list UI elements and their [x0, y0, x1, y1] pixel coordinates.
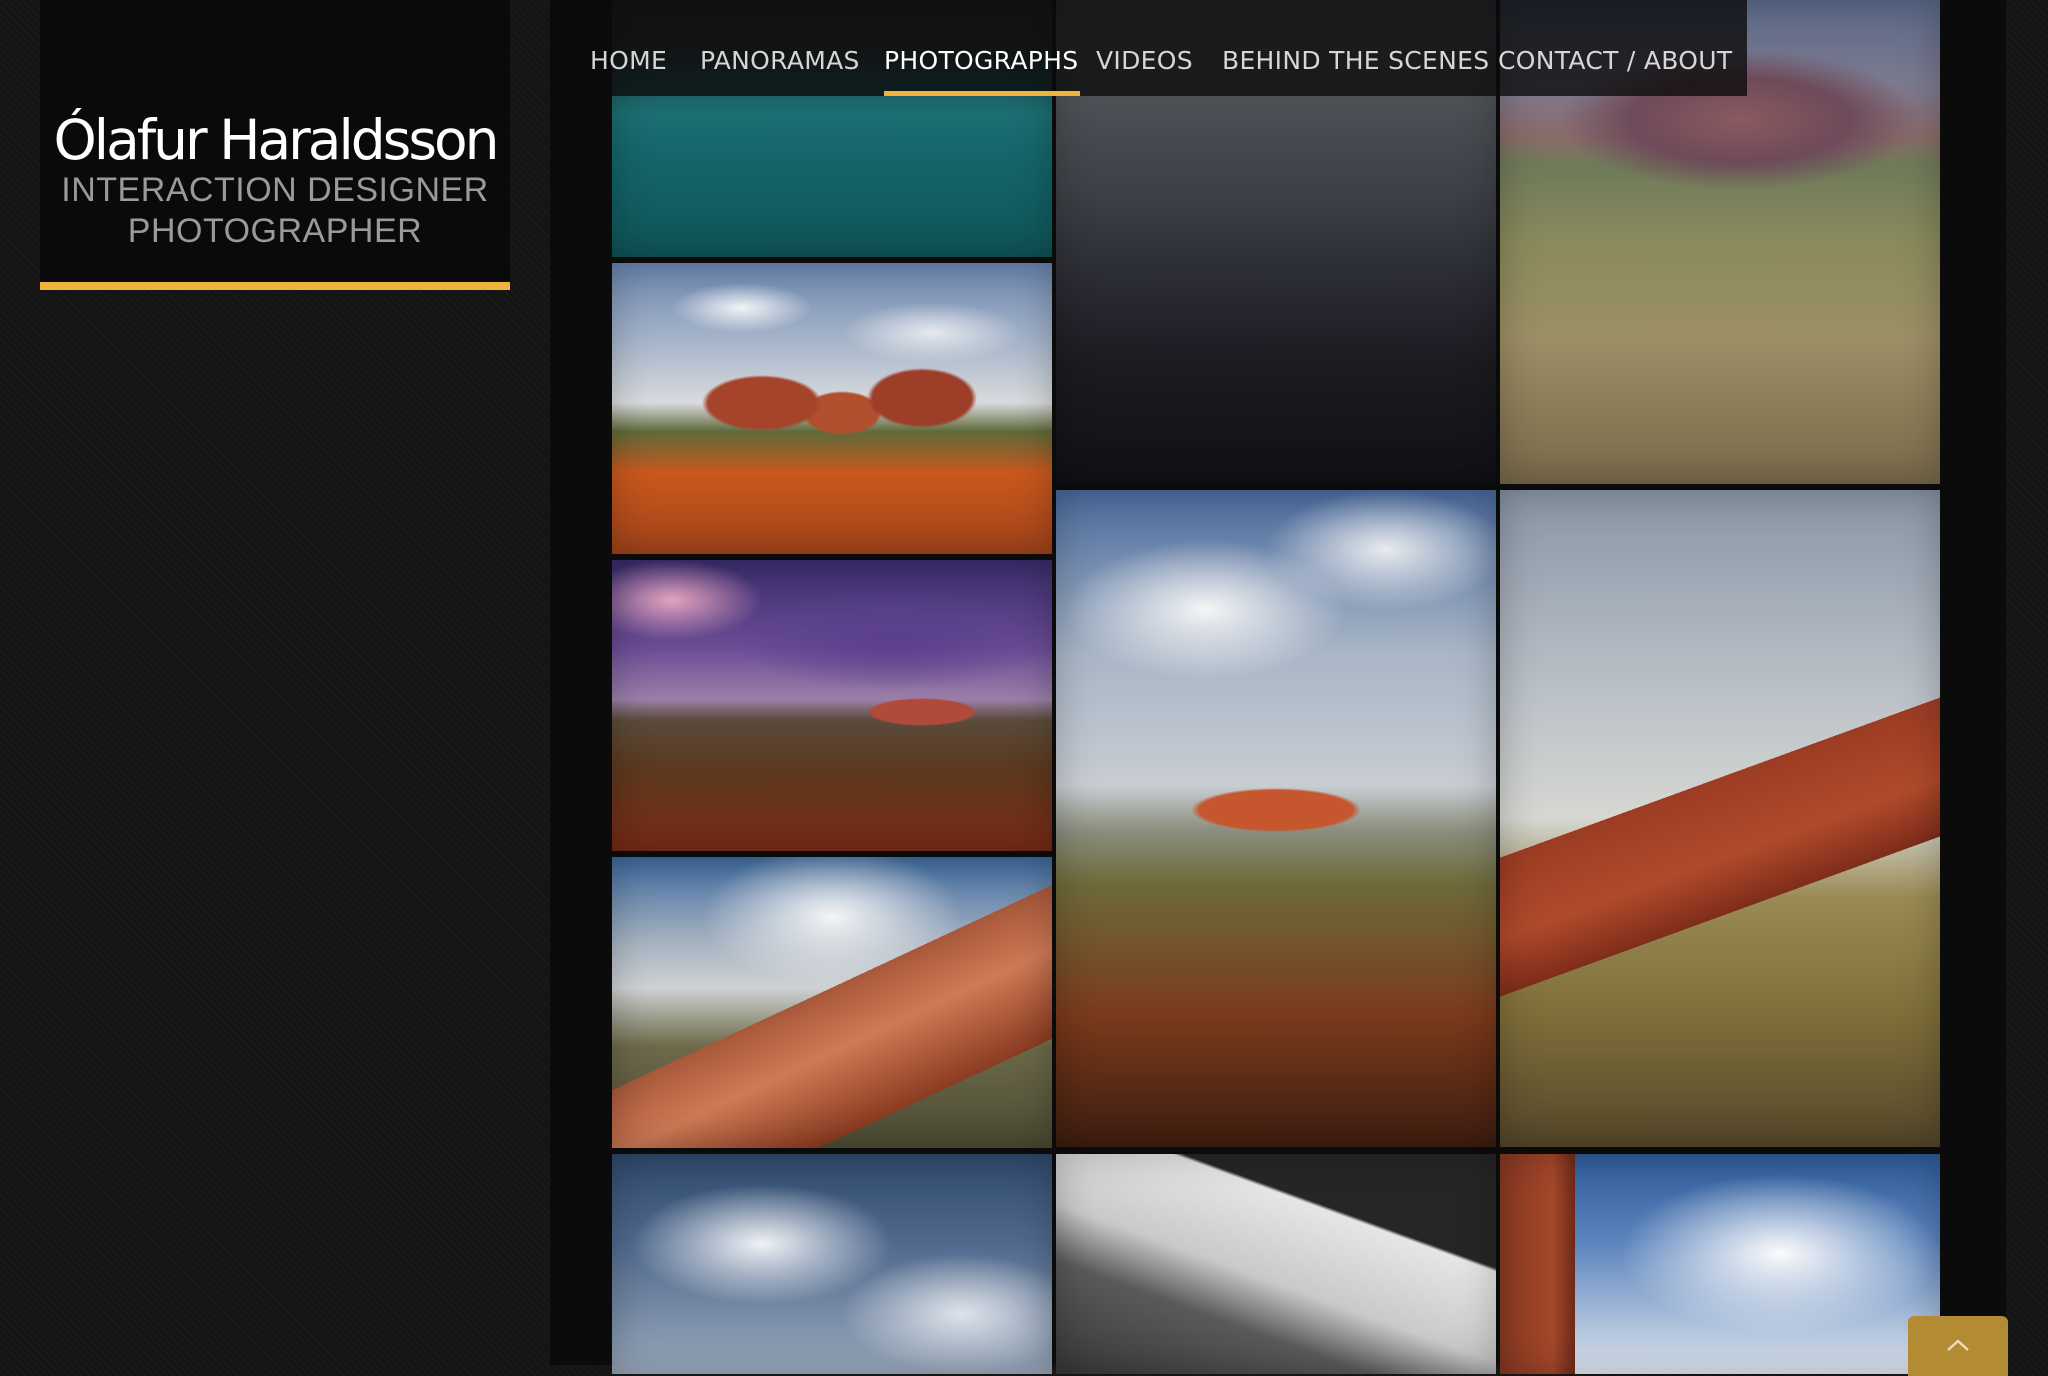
nav-behind-the-scenes[interactable]: BEHIND THE SCENES [1222, 0, 1489, 96]
site-title[interactable]: Ólafur Haraldsson [40, 0, 510, 170]
nav-videos[interactable]: VIDEOS [1096, 0, 1193, 96]
gallery-photo-rock-texture[interactable] [1056, 1154, 1496, 1374]
tagline-photographer: PHOTOGRAPHER [127, 211, 423, 250]
gallery-photo-uluru-close[interactable] [1500, 490, 1940, 1147]
gallery-photo-kata-tjuta[interactable] [612, 263, 1052, 554]
site-header: Ólafur Haraldsson INTERACTION DESIGNER P… [40, 0, 510, 290]
nav-contact-about[interactable]: CONTACT / ABOUT [1498, 0, 1732, 96]
gallery-photo-red-rock-wall[interactable] [1500, 1154, 1940, 1374]
gallery-photo-uluru-dusk[interactable] [612, 560, 1052, 851]
main-nav: HOME PANORAMAS PHOTOGRAPHS VIDEOS BEHIND… [550, 0, 1747, 96]
nav-photographs[interactable]: PHOTOGRAPHS [884, 0, 1081, 96]
gallery-photo-uluru-rainbow[interactable] [1056, 490, 1496, 1147]
gallery-photo-clouds[interactable] [612, 1154, 1052, 1374]
nav-panoramas[interactable]: PANORAMAS [700, 0, 860, 96]
gallery-photo-uluru-clouds[interactable] [612, 857, 1052, 1148]
chevron-up-icon [1947, 1339, 1969, 1351]
back-to-top-button[interactable] [1908, 1316, 2008, 1376]
photo-gallery [612, 0, 1940, 1374]
tagline-role: INTERACTION DESIGNER [61, 170, 489, 209]
nav-home[interactable]: HOME [590, 0, 667, 96]
